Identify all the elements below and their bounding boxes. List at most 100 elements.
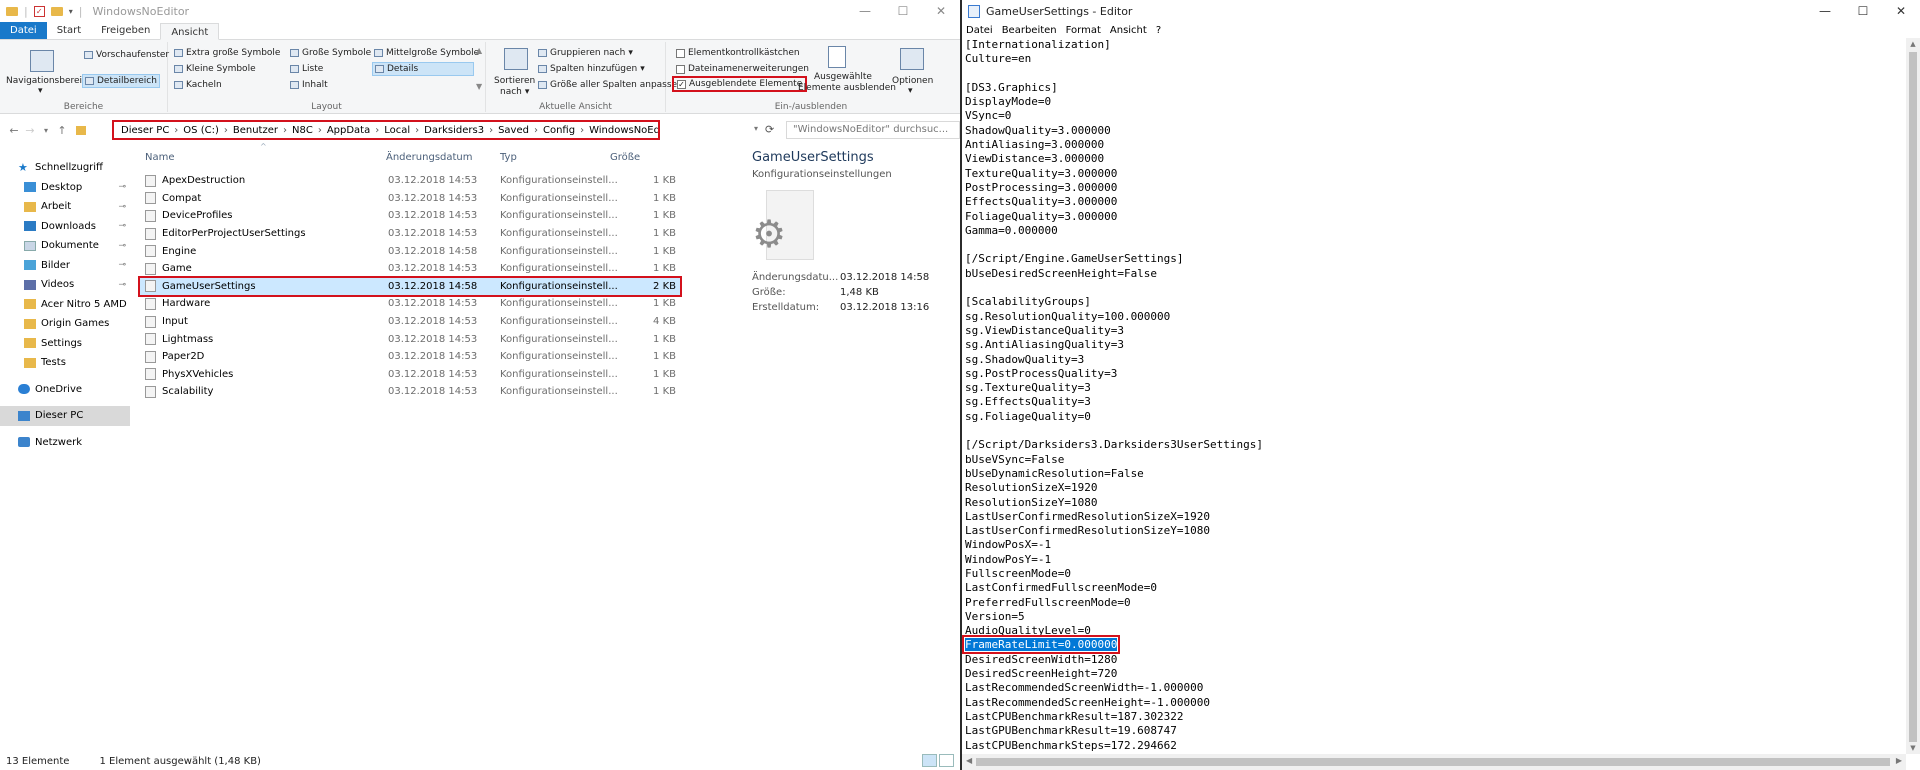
minimize-button[interactable]: — [1806,0,1844,22]
horizontal-scroll-thumb[interactable] [976,758,1890,766]
text-line[interactable]: bUseVSync=False [962,453,1906,467]
file-row[interactable]: Input 03.12.2018 14:53 Konfigurationseinst… [140,313,680,331]
text-line[interactable]: [DS3.Graphics] [962,81,1906,95]
options-icon[interactable] [900,48,924,70]
layout-tiles[interactable]: Kacheln [174,80,222,90]
sort-button-line1[interactable]: Sortieren [494,76,535,86]
nav-item[interactable]: Bilder ⊸ [0,256,130,276]
text-line[interactable]: Gamma=0.000000 [962,224,1906,238]
text-line[interactable]: ResolutionSizeX=1920 [962,481,1906,495]
text-line[interactable]: LastUserConfirmedResolutionSizeY=1080 [962,524,1906,538]
back-arrow-icon[interactable]: ← [6,124,22,137]
file-row[interactable]: Paper2D 03.12.2018 14:53 Konfigurationsein… [140,348,680,366]
chevron-down-icon[interactable]: ▾ [69,7,73,16]
text-line[interactable]: PostProcessing=3.000000 [962,181,1906,195]
text-line[interactable]: sg.EffectsQuality=3 [962,395,1906,409]
text-line[interactable] [962,67,1906,81]
item-checkboxes-toggle[interactable]: Elementkontrollkästchen [676,48,800,58]
text-line[interactable]: VSync=0 [962,109,1906,123]
file-row[interactable]: ApexDestruction 03.12.2018 14:53 Konfigura… [140,172,680,190]
nav-item[interactable]: OneDrive [0,380,130,400]
text-line[interactable]: LastRecommendedScreenHeight=-1.000000 [962,696,1906,710]
menu-item[interactable]: Ansicht [1110,25,1147,36]
layout-medium-icons[interactable]: Mittelgroße Symbole [374,48,479,58]
navigation-pane-button[interactable]: Navigationsbereich [6,76,93,86]
chevron-right-icon[interactable]: › [532,125,540,136]
breadcrumb-item[interactable]: Config [540,125,578,136]
file-row[interactable]: Hardware 03.12.2018 14:53 Konfigurationsei… [140,295,680,313]
breadcrumb-item[interactable]: Local [381,125,413,136]
chevron-right-icon[interactable]: › [487,125,495,136]
text-line[interactable]: PreferredFullscreenMode=0 [962,596,1906,610]
hidden-items-toggle[interactable]: ✓ Ausgeblendete Elemente [671,76,808,92]
column-header-type[interactable]: Typ [500,152,517,163]
text-line[interactable]: sg.TextureQuality=3 [962,381,1906,395]
large-icons-view-icon[interactable] [939,754,954,767]
hide-selected-button-line1[interactable]: Ausgewählte [814,72,872,82]
breadcrumb-item[interactable]: Benutzer [230,125,281,136]
nav-item[interactable]: Dieser PC [0,406,130,426]
breadcrumb-item[interactable]: N8C [289,125,316,136]
column-header-date[interactable]: Änderungsdatum [386,152,473,163]
text-line[interactable]: ShadowQuality=3.000000 [962,124,1906,138]
text-line[interactable]: sg.ViewDistanceQuality=3 [962,324,1906,338]
scroll-right-icon[interactable]: ▶ [1896,756,1902,765]
nav-item[interactable]: Videos ⊸ [0,275,130,295]
chevron-down-icon[interactable]: ▾ [908,86,913,96]
chevron-right-icon[interactable]: › [373,125,381,136]
layout-content[interactable]: Inhalt [290,80,328,90]
text-line[interactable]: WindowPosY=-1 [962,553,1906,567]
tab-datei[interactable]: Datei [0,22,47,39]
layout-expand-icon[interactable]: ▼ [476,82,482,91]
file-row[interactable]: GameUserSettings 03.12.2018 14:58 Konfigur… [138,275,682,298]
breadcrumb-item[interactable]: WindowsNoEditor [586,125,658,136]
text-line[interactable]: DesiredScreenWidth=1280 [962,653,1906,667]
file-row[interactable]: Game 03.12.2018 14:53 Konfigurationseinste… [140,260,680,278]
text-line[interactable]: sg.ShadowQuality=3 [962,353,1906,367]
text-line[interactable]: sg.FoliageQuality=0 [962,410,1906,424]
details-pane-button[interactable]: Detailbereich [82,74,160,88]
recent-chevron-icon[interactable]: ▾ [38,126,54,135]
text-line[interactable]: Version=5 [962,610,1906,624]
nav-item[interactable]: Downloads ⊸ [0,217,130,237]
layout-extra-large-icons[interactable]: Extra große Symbole [174,48,280,58]
nav-item[interactable]: Dokumente ⊸ [0,236,130,256]
text-line[interactable]: ViewDistance=3.000000 [962,152,1906,166]
breadcrumb-item[interactable]: AppData [324,125,373,136]
text-line[interactable]: LastConfirmedFullscreenMode=0 [962,581,1906,595]
up-arrow-icon[interactable]: ↑ [54,124,70,137]
notepad-text-area[interactable]: [Internationalization] Culture=en [DS3.Gra… [962,38,1906,754]
file-row[interactable]: Scalability 03.12.2018 14:53 Konfiguration… [140,383,680,401]
add-columns-button[interactable]: Spalten hinzufügen ▾ [538,64,645,74]
text-line[interactable]: sg.PostProcessQuality=3 [962,367,1906,381]
file-row[interactable]: EditorPerProjectUserSettings 03.12.2018 1… [140,225,680,243]
text-line[interactable]: FullscreenMode=0 [962,567,1906,581]
scroll-left-icon[interactable]: ◀ [966,756,972,765]
file-row[interactable]: PhysXVehicles 03.12.2018 14:53 Konfigurati… [140,366,680,384]
text-line[interactable]: FoliageQuality=3.000000 [962,210,1906,224]
preview-pane-button[interactable]: Vorschaufenster [84,50,169,60]
column-header-name[interactable]: Name [145,152,175,163]
forward-arrow-icon[interactable]: → [22,124,38,137]
text-line[interactable] [962,238,1906,252]
scroll-down-icon[interactable]: ▼ [1906,744,1920,752]
text-line[interactable]: LastCPUBenchmarkResult=187.302322 [962,710,1906,724]
menu-item[interactable]: Datei [966,25,993,36]
tab-freigeben[interactable]: Freigeben [91,22,160,39]
text-line[interactable] [962,281,1906,295]
menu-item[interactable]: ? [1156,25,1161,36]
nav-item[interactable]: Origin Games [0,314,130,334]
text-line[interactable]: EffectsQuality=3.000000 [962,195,1906,209]
file-extensions-toggle[interactable]: Dateinamenerweiterungen [676,64,809,74]
text-line[interactable] [962,424,1906,438]
text-line[interactable]: [/Script/Darksiders3.Darksiders3UserSett… [962,438,1906,452]
layout-list[interactable]: Liste [290,64,323,74]
hide-selected-icon[interactable] [828,46,846,68]
text-line[interactable]: LastUserConfirmedResolutionSizeX=1920 [962,510,1906,524]
horizontal-scrollbar[interactable]: ◀ ▶ [962,754,1906,770]
text-line[interactable]: ResolutionSizeY=1080 [962,496,1906,510]
column-header-size[interactable]: Größe [610,152,640,163]
breadcrumb[interactable]: Dieser PC › OS (C:) › Benutzer › N8C › AppData › L… [112,120,660,140]
file-row[interactable]: Compat 03.12.2018 14:53 Konfigurationseins… [140,190,680,208]
refresh-icon[interactable]: ⟳ [765,123,774,136]
